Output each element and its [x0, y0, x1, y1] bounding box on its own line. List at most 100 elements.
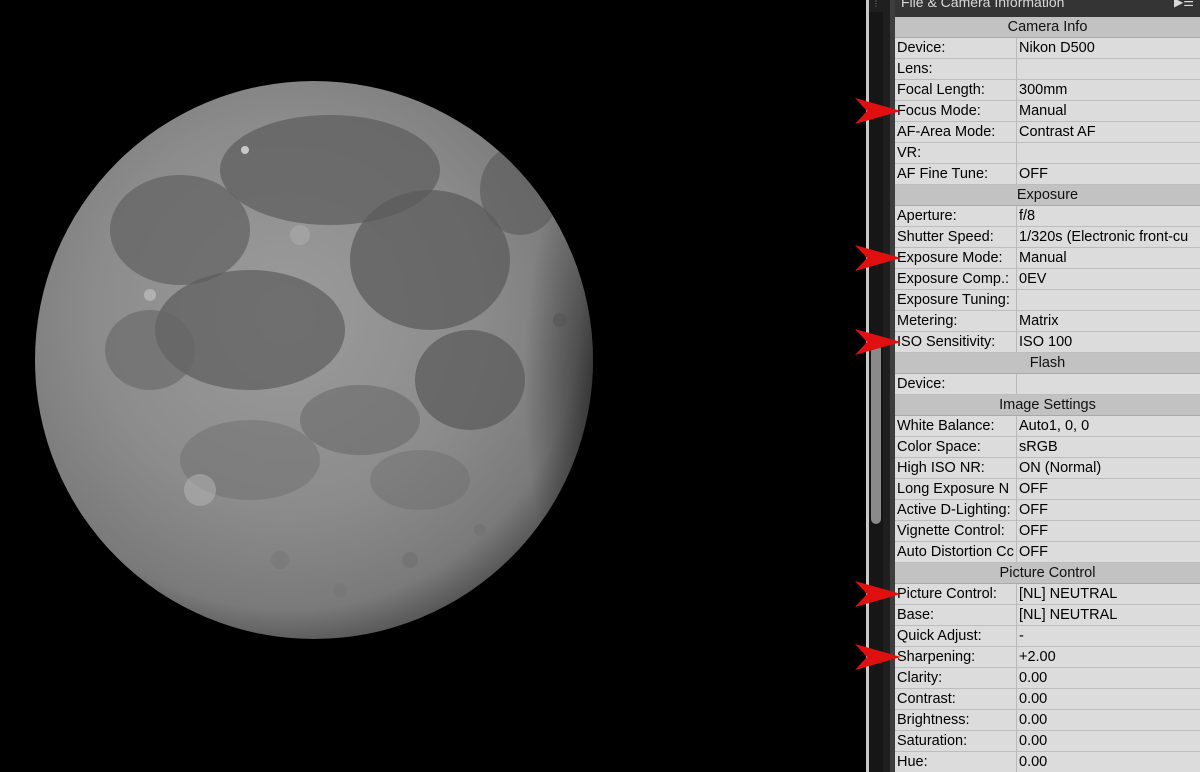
info-row-label: Base:: [895, 605, 1017, 625]
section-header[interactable]: Image Settings: [895, 395, 1200, 416]
info-row: Quick Adjust: -: [895, 626, 1200, 647]
info-row-label: Brightness:: [895, 710, 1017, 730]
scrollbar-thumb[interactable]: [871, 336, 881, 524]
info-row: Active D-Lighting: OFF: [895, 500, 1200, 521]
info-row-value: [NL] NEUTRAL: [1019, 607, 1118, 623]
info-row: Exposure Tuning:: [895, 290, 1200, 311]
info-table: Camera Info Device: Nikon D500 Lens: Focal L…: [895, 17, 1200, 772]
info-row: Aperture: f/8: [895, 206, 1200, 227]
info-row-value: Auto1, 0, 0: [1019, 418, 1090, 434]
info-row-label: Focus Mode:: [895, 101, 1017, 121]
info-row: Saturation: 0.00: [895, 731, 1200, 752]
info-row-value: ISO 100: [1019, 334, 1073, 350]
info-row: Contrast: 0.00: [895, 689, 1200, 710]
info-row: White Balance: Auto1, 0, 0: [895, 416, 1200, 437]
info-row-value: sRGB: [1019, 439, 1058, 455]
info-row-label: Aperture:: [895, 206, 1017, 226]
info-row-value: OFF: [1019, 544, 1048, 560]
info-row-value: 0.00: [1019, 733, 1048, 749]
info-row-label: Sharpening:: [895, 647, 1017, 667]
info-row-value: OFF: [1019, 166, 1048, 182]
info-row-value: 0.00: [1019, 754, 1048, 770]
info-row-value: Matrix: [1019, 313, 1059, 329]
info-row-value: [1017, 374, 1200, 394]
info-row: Brightness: 0.00: [895, 710, 1200, 731]
info-row: Auto Distortion Cc OFF: [895, 542, 1200, 563]
info-row: Sharpening: +2.00: [895, 647, 1200, 668]
info-row-value: 0.00: [1019, 670, 1048, 686]
info-row-value: [NL] NEUTRAL: [1019, 586, 1118, 602]
panel-header: File & Camera Information ▶☰: [895, 0, 1200, 17]
list-menu-icon[interactable]: ▶☰: [1174, 0, 1194, 9]
info-row-value: 1/320s (Electronic front-cu: [1019, 229, 1189, 245]
info-row-label: White Balance:: [895, 416, 1017, 436]
info-row: Device: Nikon D500: [895, 38, 1200, 59]
info-row: AF-Area Mode: Contrast AF: [895, 122, 1200, 143]
info-row-value: -: [1019, 628, 1024, 644]
photo-viewer[interactable]: [0, 0, 866, 772]
info-row-label: Color Space:: [895, 437, 1017, 457]
info-row-label: AF-Area Mode:: [895, 122, 1017, 142]
info-row: Focal Length: 300mm: [895, 80, 1200, 101]
info-row-value: OFF: [1019, 502, 1048, 518]
info-row-label: Shutter Speed:: [895, 227, 1017, 247]
panel-title: File & Camera Information: [901, 0, 1065, 10]
info-row-value: ON (Normal): [1019, 460, 1102, 476]
info-row-label: High ISO NR:: [895, 458, 1017, 478]
info-row: Exposure Comp.: 0EV: [895, 269, 1200, 290]
info-row-label: Picture Control:: [895, 584, 1017, 604]
moon-photo: [35, 81, 593, 639]
info-row-label: Contrast:: [895, 689, 1017, 709]
info-row-value: [1017, 59, 1200, 79]
section-header[interactable]: Exposure: [895, 185, 1200, 206]
info-row-label: Device:: [895, 38, 1017, 58]
info-row: Device:: [895, 374, 1200, 395]
info-row-value: Manual: [1019, 103, 1067, 119]
info-row-value: f/8: [1019, 208, 1036, 224]
info-row-label: Quick Adjust:: [895, 626, 1017, 646]
info-row: ISO Sensitivity: ISO 100: [895, 332, 1200, 353]
info-row-label: VR:: [895, 143, 1017, 163]
info-row-label: Device:: [895, 374, 1017, 394]
info-row-value: 0.00: [1019, 712, 1048, 728]
info-row-label: Focal Length:: [895, 80, 1017, 100]
info-row: Hue: 0.00: [895, 752, 1200, 772]
info-row: High ISO NR: ON (Normal): [895, 458, 1200, 479]
info-row-value: Manual: [1019, 250, 1067, 266]
info-row-value: [1017, 290, 1200, 310]
section-header[interactable]: Camera Info: [895, 17, 1200, 38]
info-row-value: 0EV: [1019, 271, 1047, 287]
info-row-value: OFF: [1019, 481, 1048, 497]
info-row: Vignette Control: OFF: [895, 521, 1200, 542]
info-row-label: Exposure Comp.:: [895, 269, 1017, 289]
file-camera-info-panel: File & Camera Information ▶☰ Camera Info…: [895, 0, 1200, 772]
info-row-label: ISO Sensitivity:: [895, 332, 1017, 352]
info-row: VR:: [895, 143, 1200, 164]
section-header[interactable]: Picture Control: [895, 563, 1200, 584]
info-row-label: Saturation:: [895, 731, 1017, 751]
info-row-value: [1017, 143, 1200, 163]
info-row-label: Clarity:: [895, 668, 1017, 688]
info-row: Shutter Speed: 1/320s (Electronic front-c…: [895, 227, 1200, 248]
info-row-label: Auto Distortion Cc: [895, 542, 1017, 562]
info-row-value: OFF: [1019, 523, 1048, 539]
info-row-label: Long Exposure N: [895, 479, 1017, 499]
info-row-value: 0.00: [1019, 691, 1048, 707]
info-row: Long Exposure N OFF: [895, 479, 1200, 500]
info-row-label: Hue:: [895, 752, 1017, 772]
info-row-label: Exposure Mode:: [895, 248, 1017, 268]
info-row: Metering: Matrix: [895, 311, 1200, 332]
info-row-value: +2.00: [1019, 649, 1056, 665]
info-row: Picture Control: [NL] NEUTRAL: [895, 584, 1200, 605]
info-row-value: 300mm: [1019, 82, 1068, 98]
info-row-label: Metering:: [895, 311, 1017, 331]
info-row-value: Nikon D500: [1019, 40, 1095, 56]
info-row: Lens:: [895, 59, 1200, 80]
info-row-label: Vignette Control:: [895, 521, 1017, 541]
info-row-label: Exposure Tuning:: [895, 290, 1017, 310]
grip-handle-icon[interactable]: ⋮: [872, 0, 882, 8]
section-header[interactable]: Flash: [895, 353, 1200, 374]
info-row-label: Lens:: [895, 59, 1017, 79]
info-row: Exposure Mode: Manual: [895, 248, 1200, 269]
info-row: Focus Mode: Manual: [895, 101, 1200, 122]
